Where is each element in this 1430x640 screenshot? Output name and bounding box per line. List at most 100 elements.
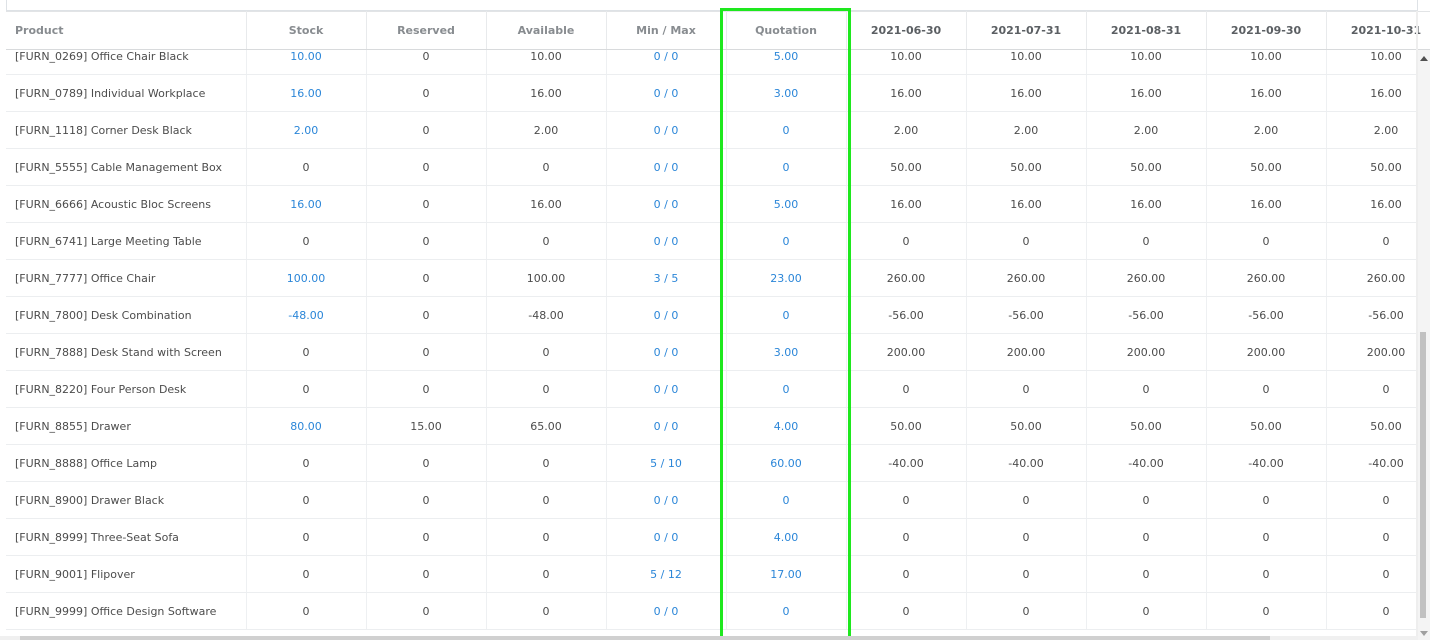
cell-quotation[interactable]: 5.00 <box>726 185 847 223</box>
cell-quotation[interactable]: 0 <box>726 592 847 630</box>
vertical-scrollbar[interactable] <box>1418 50 1430 640</box>
cell-stock[interactable]: 80.00 <box>246 407 367 445</box>
cell-quotation[interactable]: 3.00 <box>726 333 847 371</box>
cell-quotation[interactable]: 23.00 <box>726 259 847 297</box>
cell-quotation[interactable]: 4.00 <box>726 407 847 445</box>
column-header-date-3[interactable]: 2021-08-31 <box>1086 11 1207 50</box>
cell-min-max-value[interactable]: 0 / 0 <box>654 420 679 433</box>
cell-min-max-value[interactable]: 0 / 0 <box>654 383 679 396</box>
cell-quotation[interactable]: 0 <box>726 370 847 408</box>
cell-min-max[interactable]: 0 / 0 <box>606 333 727 371</box>
column-header-reserved[interactable]: Reserved <box>366 11 487 50</box>
cell-min-max-value[interactable]: 0 / 0 <box>654 198 679 211</box>
cell-min-max[interactable]: 0 / 0 <box>606 74 727 112</box>
column-header-stock[interactable]: Stock <box>246 11 367 50</box>
cell-min-max-value[interactable]: 5 / 12 <box>650 568 682 581</box>
cell-quotation-value[interactable]: 0 <box>783 235 790 248</box>
cell-min-max-value[interactable]: 0 / 0 <box>654 531 679 544</box>
cell-min-max-value[interactable]: 0 / 0 <box>607 50 726 63</box>
cell-min-max-value[interactable]: 5 / 10 <box>650 457 682 470</box>
cell-min-max-value[interactable]: 0 / 0 <box>654 605 679 618</box>
cell-quotation-value[interactable]: 60.00 <box>770 457 802 470</box>
cell-quotation-value[interactable]: 0 <box>783 124 790 137</box>
cell-stock-value[interactable]: 10.00 <box>247 50 366 63</box>
cell-stock[interactable]: 16.00 <box>246 74 367 112</box>
cell-min-max[interactable]: 0 / 0 <box>606 49 727 75</box>
cell-forecast-2021-10-31-value: 16.00 <box>1370 86 1402 100</box>
cell-stock[interactable]: 100.00 <box>246 259 367 297</box>
cell-min-max[interactable]: 0 / 0 <box>606 222 727 260</box>
cell-quotation-value[interactable]: 0 <box>783 605 790 618</box>
cell-min-max[interactable]: 0 / 0 <box>606 148 727 186</box>
cell-quotation-value[interactable]: 0 <box>783 494 790 507</box>
scroll-up-arrow-icon[interactable] <box>1420 56 1428 61</box>
cell-min-max[interactable]: 3 / 5 <box>606 259 727 297</box>
cell-quotation-value[interactable]: 4.00 <box>774 531 799 544</box>
cell-min-max[interactable]: 0 / 0 <box>606 296 727 334</box>
cell-quotation[interactable]: 3.00 <box>726 74 847 112</box>
cell-quotation-value[interactable]: 5.00 <box>774 198 799 211</box>
cell-quotation-value[interactable]: 23.00 <box>770 272 802 285</box>
cell-quotation-value[interactable]: 4.00 <box>774 420 799 433</box>
cell-quotation-value[interactable]: 0 <box>783 309 790 322</box>
cell-forecast-2021-06-30: 200.00 <box>846 333 967 371</box>
column-header-date-2[interactable]: 2021-07-31 <box>966 11 1087 50</box>
cell-min-max-value[interactable]: 0 / 0 <box>654 124 679 137</box>
cell-stock-value[interactable]: -48.00 <box>288 309 323 322</box>
column-header-date-4[interactable]: 2021-09-30 <box>1206 11 1327 50</box>
column-header-product[interactable]: Product <box>6 11 247 50</box>
cell-forecast-2021-08-31: 0 <box>1086 518 1207 556</box>
cell-quotation[interactable]: 0 <box>726 481 847 519</box>
cell-quotation-value[interactable]: 3.00 <box>774 346 799 359</box>
cell-forecast-2021-06-30: 0 <box>846 222 967 260</box>
cell-quotation[interactable]: 0 <box>726 296 847 334</box>
horizontal-scrollbar-thumb[interactable] <box>20 636 1270 640</box>
cell-stock[interactable]: 16.00 <box>246 185 367 223</box>
cell-quotation[interactable]: 60.00 <box>726 444 847 482</box>
cell-forecast-2021-08-31-value: 0 <box>1142 530 1150 544</box>
column-header-quotation[interactable]: Quotation <box>726 11 847 50</box>
cell-min-max[interactable]: 0 / 0 <box>606 185 727 223</box>
cell-min-max[interactable]: 5 / 12 <box>606 555 727 593</box>
cell-min-max[interactable]: 5 / 10 <box>606 444 727 482</box>
cell-min-max-value[interactable]: 3 / 5 <box>654 272 679 285</box>
cell-stock[interactable]: -48.00 <box>246 296 367 334</box>
cell-quotation[interactable]: 0 <box>726 111 847 149</box>
cell-stock[interactable]: 2.00 <box>246 111 367 149</box>
horizontal-scrollbar[interactable] <box>0 636 1418 640</box>
cell-min-max[interactable]: 0 / 0 <box>606 518 727 556</box>
cell-stock-value[interactable]: 100.00 <box>287 272 326 285</box>
column-header-min-max[interactable]: Min / Max <box>606 11 727 50</box>
cell-min-max-value[interactable]: 0 / 0 <box>654 235 679 248</box>
cell-quotation[interactable]: 4.00 <box>726 518 847 556</box>
cell-quotation[interactable]: 5.00 <box>726 49 847 75</box>
cell-stock-value[interactable]: 80.00 <box>290 420 322 433</box>
vertical-scrollbar-thumb[interactable] <box>1420 332 1426 618</box>
cell-quotation-value[interactable]: 0 <box>783 383 790 396</box>
cell-min-max-value[interactable]: 0 / 0 <box>654 309 679 322</box>
cell-stock-value[interactable]: 16.00 <box>290 87 322 100</box>
cell-quotation-value[interactable]: 3.00 <box>774 87 799 100</box>
cell-min-max-value[interactable]: 0 / 0 <box>654 346 679 359</box>
cell-min-max-value[interactable]: 0 / 0 <box>654 87 679 100</box>
cell-quotation-value[interactable]: 17.00 <box>770 568 802 581</box>
column-header-available[interactable]: Available <box>486 11 607 50</box>
cell-quotation[interactable]: 0 <box>726 148 847 186</box>
column-header-date-5[interactable]: 2021-10-31 <box>1326 11 1430 50</box>
column-header-date-1[interactable]: 2021-06-30 <box>846 11 967 50</box>
cell-min-max-value[interactable]: 0 / 0 <box>654 161 679 174</box>
cell-stock[interactable]: 10.00 <box>246 49 367 75</box>
cell-min-max[interactable]: 0 / 0 <box>606 407 727 445</box>
scroll-down-arrow-icon[interactable] <box>1420 631 1428 636</box>
cell-quotation[interactable]: 0 <box>726 222 847 260</box>
cell-stock-value[interactable]: 2.00 <box>294 124 319 137</box>
cell-stock-value[interactable]: 16.00 <box>290 198 322 211</box>
cell-min-max[interactable]: 0 / 0 <box>606 592 727 630</box>
cell-quotation[interactable]: 17.00 <box>726 555 847 593</box>
cell-quotation-value[interactable]: 5.00 <box>727 50 846 63</box>
cell-min-max[interactable]: 0 / 0 <box>606 370 727 408</box>
cell-min-max-value[interactable]: 0 / 0 <box>654 494 679 507</box>
cell-min-max[interactable]: 0 / 0 <box>606 111 727 149</box>
cell-min-max[interactable]: 0 / 0 <box>606 481 727 519</box>
cell-quotation-value[interactable]: 0 <box>783 161 790 174</box>
